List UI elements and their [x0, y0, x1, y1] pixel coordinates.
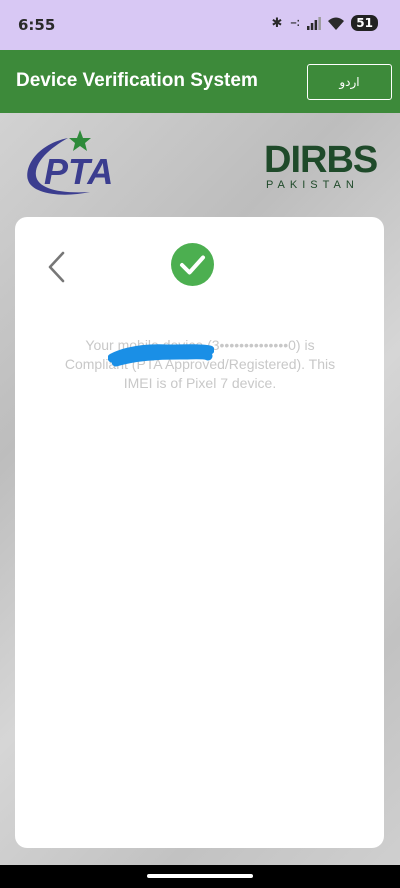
status-icons: ✱ ∹ 51: [271, 15, 378, 31]
redaction-scribble: [108, 344, 214, 367]
pta-logo-text: PTA: [44, 151, 113, 192]
urdu-language-button[interactable]: اردو: [307, 64, 392, 100]
signal-icon: [307, 16, 322, 30]
wifi-icon: [328, 17, 345, 30]
vibrate-icon: ∹: [289, 15, 301, 31]
dirbs-logo: DIRBS PAKISTAN: [264, 139, 378, 190]
dirbs-logo-subtext: PAKISTAN: [266, 179, 359, 190]
home-indicator[interactable]: [147, 874, 253, 878]
status-bar: 6:55 ✱ ∹ 51: [0, 0, 400, 50]
back-chevron-icon[interactable]: [45, 250, 71, 284]
app-title: Device Verification System: [16, 70, 258, 91]
pta-logo: PTA: [27, 130, 113, 195]
check-circle-icon: [171, 243, 214, 286]
status-time: 6:55: [18, 16, 56, 34]
battery-indicator: 51: [351, 15, 378, 31]
bluetooth-icon: ✱: [271, 15, 283, 31]
result-card: [15, 217, 384, 848]
dirbs-logo-text: DIRBS: [264, 139, 377, 181]
